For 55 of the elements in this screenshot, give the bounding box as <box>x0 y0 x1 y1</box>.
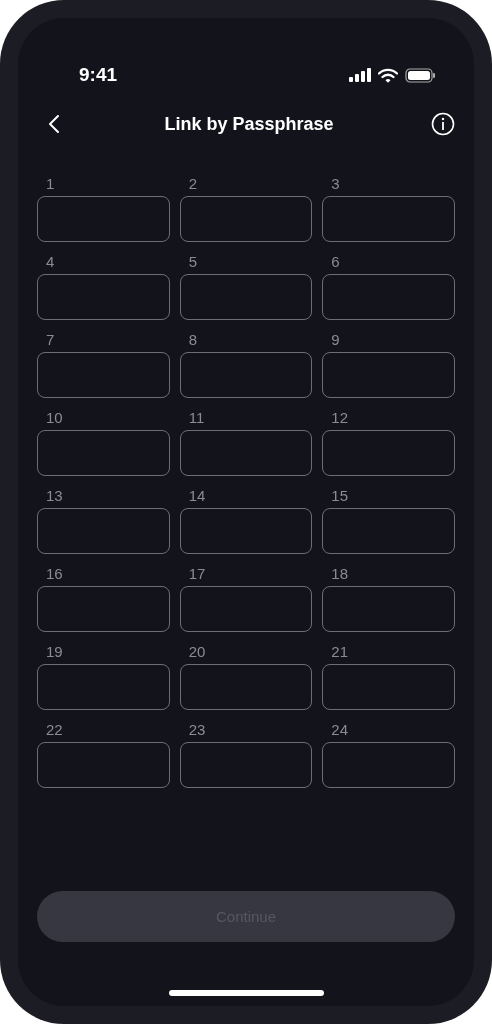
word-input-field[interactable] <box>37 508 170 554</box>
word-number: 8 <box>187 331 198 348</box>
word-number: 20 <box>187 643 207 660</box>
word-number: 24 <box>330 721 349 738</box>
word-number: 3 <box>330 175 341 192</box>
word-input-field[interactable] <box>179 586 313 632</box>
status-time: 9:41 <box>79 64 118 86</box>
word-input-field[interactable] <box>322 352 455 398</box>
word-number: 13 <box>45 487 64 504</box>
word-number: 17 <box>187 565 207 582</box>
word-number: 12 <box>330 409 349 426</box>
word-number: 4 <box>45 253 56 270</box>
word-input-field[interactable] <box>322 742 455 788</box>
word-input-field[interactable] <box>37 586 170 632</box>
word-input-field[interactable] <box>322 664 455 710</box>
word-input-field[interactable] <box>179 430 313 476</box>
word-input-field[interactable] <box>322 586 455 632</box>
word-input-field[interactable] <box>179 508 313 554</box>
word-input-field[interactable] <box>37 664 170 710</box>
word-input-field[interactable] <box>179 664 313 710</box>
word-input-field[interactable] <box>37 430 170 476</box>
word-number: 11 <box>187 409 206 426</box>
word-input-field[interactable] <box>37 274 170 320</box>
word-number: 16 <box>45 565 64 582</box>
word-input-field[interactable] <box>322 508 455 554</box>
word-number: 14 <box>187 487 207 504</box>
word-input-field[interactable] <box>322 274 455 320</box>
word-input-field[interactable] <box>37 742 170 788</box>
word-number: 9 <box>330 331 341 348</box>
word-input-field[interactable] <box>37 352 170 398</box>
word-number: 6 <box>330 253 341 270</box>
word-number: 21 <box>330 643 349 660</box>
word-number: 7 <box>45 331 56 348</box>
info-icon <box>431 112 455 136</box>
word-number: 5 <box>187 253 198 270</box>
battery-icon <box>405 67 435 83</box>
word-number: 18 <box>330 565 349 582</box>
wifi-icon <box>378 67 398 83</box>
word-input-field[interactable] <box>322 430 455 476</box>
word-number: 23 <box>187 721 207 738</box>
screen-title: Link by Passphrase <box>164 113 334 135</box>
signal-icon <box>349 68 371 82</box>
info-button[interactable] <box>431 112 455 136</box>
word-input-field[interactable] <box>179 352 313 398</box>
word-number: 22 <box>45 721 64 738</box>
word-input-field[interactable] <box>179 742 313 788</box>
word-number: 15 <box>330 487 349 504</box>
word-input-field[interactable] <box>179 274 313 320</box>
word-number: 2 <box>187 175 198 192</box>
word-input-field[interactable] <box>179 196 313 242</box>
word-number: 10 <box>45 409 64 426</box>
word-input-field[interactable] <box>322 196 455 242</box>
word-number: 1 <box>45 175 56 192</box>
word-number: 19 <box>45 643 64 660</box>
word-input-field[interactable] <box>37 196 170 242</box>
